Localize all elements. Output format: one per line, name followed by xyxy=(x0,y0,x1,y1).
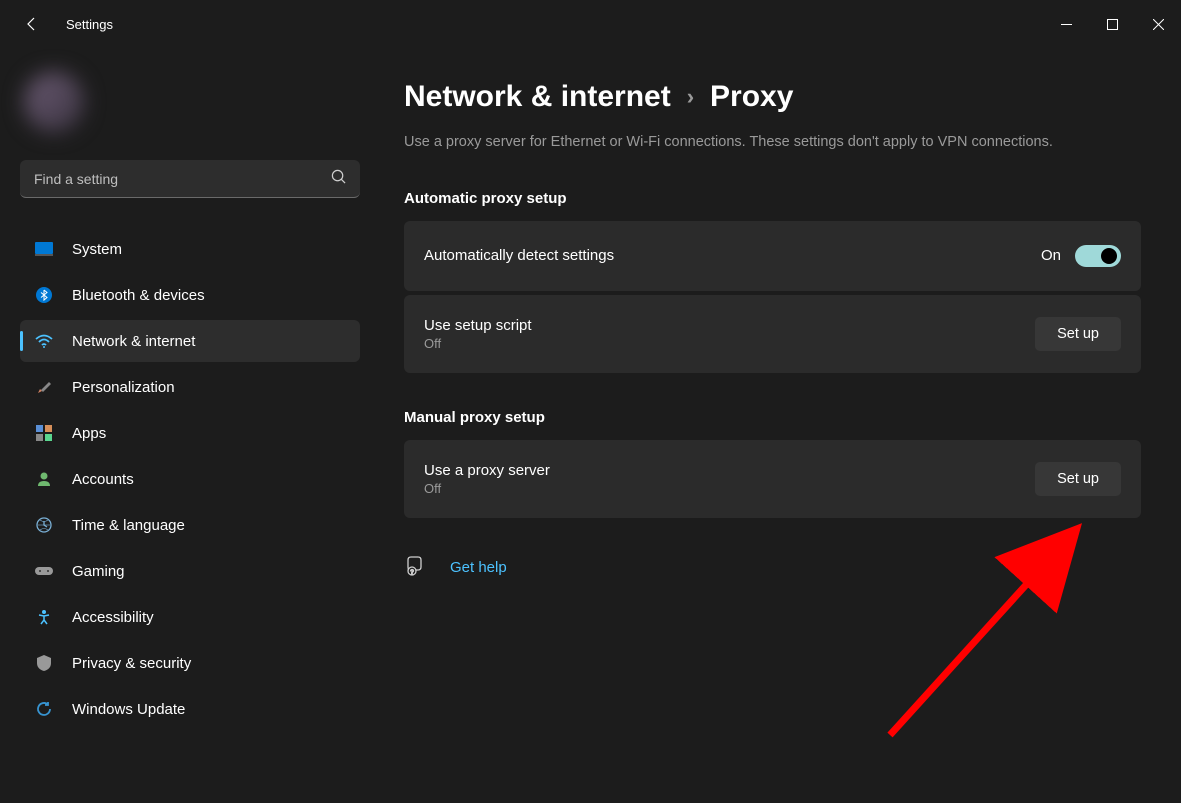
close-icon xyxy=(1153,19,1164,30)
maximize-icon xyxy=(1107,19,1118,30)
sidebar-item-network[interactable]: Network & internet xyxy=(20,320,360,362)
sidebar-item-gaming[interactable]: Gaming xyxy=(20,550,360,592)
sidebar: System Bluetooth & devices Network & int… xyxy=(0,48,380,803)
close-button[interactable] xyxy=(1135,8,1181,40)
window-controls xyxy=(1043,8,1181,40)
row-subtitle: Off xyxy=(424,481,550,496)
section-automatic-proxy: Automatic proxy setup Automatically dete… xyxy=(404,190,1141,373)
time-icon xyxy=(34,515,54,535)
title-bar: Settings xyxy=(0,0,1181,48)
breadcrumb-current: Proxy xyxy=(710,80,793,114)
gaming-icon xyxy=(34,561,54,581)
sidebar-item-label: Bluetooth & devices xyxy=(72,287,205,304)
page-description: Use a proxy server for Ethernet or Wi-Fi… xyxy=(404,132,1104,154)
user-profile[interactable] xyxy=(20,48,360,160)
wifi-icon xyxy=(34,331,54,351)
sidebar-item-privacy[interactable]: Privacy & security xyxy=(20,642,360,684)
avatar xyxy=(24,72,84,132)
sidebar-item-personalization[interactable]: Personalization xyxy=(20,366,360,408)
window-title: Settings xyxy=(66,17,113,32)
row-title: Use setup script xyxy=(424,317,532,334)
sidebar-item-label: Time & language xyxy=(72,517,185,534)
sidebar-item-label: Accounts xyxy=(72,471,134,488)
bluetooth-icon xyxy=(34,285,54,305)
sidebar-item-label: Accessibility xyxy=(72,609,154,626)
search-icon xyxy=(331,169,346,188)
row-title: Use a proxy server xyxy=(424,462,550,479)
sidebar-item-label: Network & internet xyxy=(72,333,195,350)
card-setup-script: Use setup script Off Set up xyxy=(404,295,1141,373)
get-help-link[interactable]: ? Get help xyxy=(404,556,1141,580)
sidebar-item-system[interactable]: System xyxy=(20,228,360,270)
back-arrow-icon xyxy=(24,16,40,32)
sidebar-item-label: Personalization xyxy=(72,379,175,396)
card-auto-detect: Automatically detect settings On xyxy=(404,221,1141,291)
accounts-icon xyxy=(34,469,54,489)
sidebar-item-bluetooth[interactable]: Bluetooth & devices xyxy=(20,274,360,316)
back-button[interactable] xyxy=(12,4,52,44)
help-icon: ? xyxy=(404,556,426,580)
sidebar-item-label: Privacy & security xyxy=(72,655,191,672)
auto-detect-toggle[interactable] xyxy=(1075,245,1121,267)
sidebar-item-label: Apps xyxy=(72,425,106,442)
sidebar-item-apps[interactable]: Apps xyxy=(20,412,360,454)
sidebar-item-label: Windows Update xyxy=(72,701,185,718)
privacy-icon xyxy=(34,653,54,673)
search-box[interactable] xyxy=(20,160,360,198)
section-title: Automatic proxy setup xyxy=(404,190,1141,207)
section-manual-proxy: Manual proxy setup Use a proxy server Of… xyxy=(404,409,1141,518)
sidebar-item-update[interactable]: Windows Update xyxy=(20,688,360,730)
breadcrumb: Network & internet › Proxy xyxy=(404,80,1141,114)
sidebar-item-time[interactable]: Time & language xyxy=(20,504,360,546)
sidebar-item-label: System xyxy=(72,241,122,258)
search-input[interactable] xyxy=(34,171,331,187)
maximize-button[interactable] xyxy=(1089,8,1135,40)
main-content: Network & internet › Proxy Use a proxy s… xyxy=(380,48,1181,803)
breadcrumb-parent[interactable]: Network & internet xyxy=(404,80,671,114)
setup-script-button[interactable]: Set up xyxy=(1035,317,1121,351)
row-subtitle: Off xyxy=(424,336,532,351)
sidebar-item-accessibility[interactable]: Accessibility xyxy=(20,596,360,638)
accessibility-icon xyxy=(34,607,54,627)
card-use-proxy: Use a proxy server Off Set up xyxy=(404,440,1141,518)
display-icon xyxy=(34,239,54,259)
row-title: Automatically detect settings xyxy=(424,247,614,264)
minimize-icon xyxy=(1061,19,1072,30)
sidebar-item-label: Gaming xyxy=(72,563,125,580)
sidebar-item-accounts[interactable]: Accounts xyxy=(20,458,360,500)
help-label: Get help xyxy=(450,559,507,576)
chevron-right-icon: › xyxy=(687,84,694,110)
brush-icon xyxy=(34,377,54,397)
toggle-state-label: On xyxy=(1041,247,1061,264)
apps-icon xyxy=(34,423,54,443)
section-title: Manual proxy setup xyxy=(404,409,1141,426)
update-icon xyxy=(34,699,54,719)
manual-proxy-setup-button[interactable]: Set up xyxy=(1035,462,1121,496)
minimize-button[interactable] xyxy=(1043,8,1089,40)
sidebar-nav: System Bluetooth & devices Network & int… xyxy=(20,228,360,730)
